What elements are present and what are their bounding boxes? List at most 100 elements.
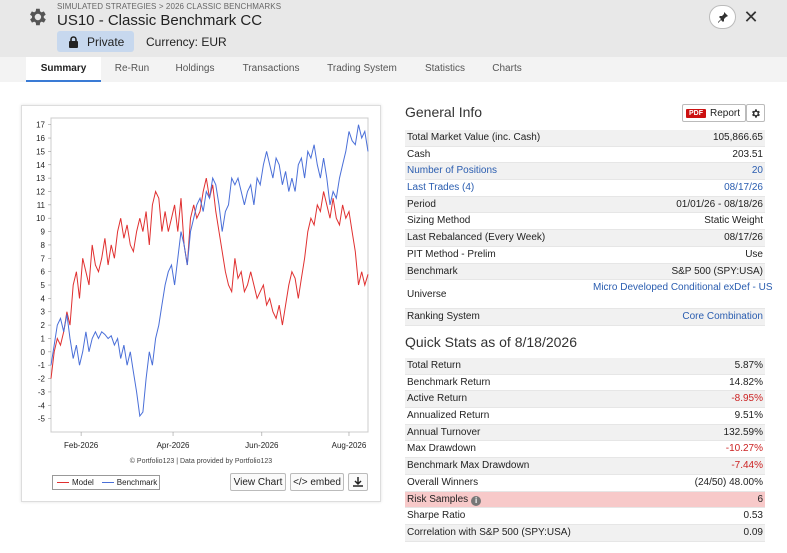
legend-model-swatch <box>57 482 69 483</box>
table-row: Risk Samples i 6 <box>405 491 765 509</box>
tab-holdings[interactable]: Holdings <box>164 57 226 82</box>
y-tick-label: 0 <box>41 348 46 357</box>
general-info-title: General Info <box>405 104 483 120</box>
y-tick-label: 16 <box>36 134 45 143</box>
table-row: Period 01/01/26 - 08/18/26 <box>405 196 765 214</box>
y-tick-label: 4 <box>41 294 46 303</box>
legend-benchmark-swatch <box>101 482 114 483</box>
y-tick-label: 13 <box>36 174 45 183</box>
gear-icon[interactable] <box>26 6 48 28</box>
embed-button[interactable]: </> embed <box>290 473 344 491</box>
tab-charts[interactable]: Charts <box>482 57 532 82</box>
chart-credit: © Portfolio123 | Data provided by Portfo… <box>129 458 273 465</box>
breadcrumb[interactable]: SIMULATED STRATEGIES > 2026 CLASSIC BENC… <box>57 2 281 11</box>
table-row: Total Market Value (inc. Cash) 105,866.6… <box>405 130 765 147</box>
row-label: Max Drawdown <box>407 443 476 455</box>
x-tick-label: Apr-2026 <box>157 441 190 450</box>
pdf-report-button[interactable]: PDF Report <box>682 104 746 122</box>
y-tick-label: 14 <box>36 161 45 170</box>
table-row: Max Drawdown -10.27% <box>405 441 765 459</box>
row-label: Sizing Method <box>407 215 471 227</box>
row-label: Total Return <box>407 360 461 371</box>
y-tick-label: 6 <box>41 268 46 277</box>
performance-chart: -5-4-3-2-101234567891011121314151617Feb-… <box>36 117 369 450</box>
table-row: Cash 203.51 <box>405 147 765 164</box>
privacy-label: Private <box>87 34 125 49</box>
last-trades-link[interactable]: Last Trades (4) <box>407 182 474 193</box>
table-row: PIT Method - Prelim Use <box>405 247 765 264</box>
table-row: Number of Positions 20 <box>405 163 765 181</box>
series-line-model <box>50 177 369 379</box>
gear-icon <box>752 108 760 118</box>
row-label: Active Return <box>407 393 468 405</box>
table-row: Ranking System Core Combination <box>405 309 765 326</box>
row-value: 14.82% <box>729 376 763 388</box>
y-tick-label: -5 <box>38 415 46 424</box>
y-tick-label: 12 <box>36 187 45 196</box>
row-value: Use <box>745 248 763 260</box>
row-value: S&P 500 (SPY:USA) <box>671 265 763 277</box>
table-row: Universe Micro Developed Conditional exD… <box>405 280 773 310</box>
report-settings-button[interactable] <box>746 104 765 122</box>
performance-chart-panel: -5 -4 -3 -2 -1 0 1 2 3 4 5 6 7 8 9 10 11 12 13 14 15 16 17 Feb-… <box>21 105 381 502</box>
positions-link[interactable]: Number of Positions <box>407 165 497 176</box>
page-title: US10 - Classic Benchmark CC <box>57 12 263 29</box>
tab-trading-system[interactable]: Trading System <box>316 57 408 82</box>
last-trades-date-link[interactable]: 08/17/26 <box>724 182 763 193</box>
universe-link[interactable]: Micro Developed Conditional exDef - US <box>593 282 773 294</box>
close-icon[interactable]: ✕ <box>742 7 760 27</box>
y-tick-label: -3 <box>38 388 46 397</box>
table-row: Last Trades (4) 08/17/26 <box>405 180 765 197</box>
table-row: Active Return -8.95% <box>405 391 765 409</box>
y-tick-label: -2 <box>38 375 46 384</box>
y-tick-label: -1 <box>38 361 46 370</box>
row-value: 01/01/26 - 08/18/26 <box>676 198 763 210</box>
tab-statistics[interactable]: Statistics <box>414 57 476 82</box>
row-label: PIT Method - Prelim <box>407 248 496 260</box>
lock-icon <box>69 35 78 48</box>
table-row: Sizing Method Static Weight <box>405 213 765 231</box>
download-icon <box>353 477 363 487</box>
y-tick-label: 2 <box>41 321 46 330</box>
info-icon[interactable]: i <box>471 495 482 506</box>
table-row: Annualized Return 9.51% <box>405 408 765 425</box>
tab-re-run[interactable]: Re-Run <box>104 57 160 82</box>
table-row: Sharpe Ratio 0.53 <box>405 508 765 525</box>
row-label: Benchmark Max Drawdown <box>407 460 530 472</box>
ranking-system-link[interactable]: Core Combination <box>682 311 763 322</box>
privacy-badge[interactable]: Private <box>57 31 134 52</box>
download-button[interactable] <box>348 473 368 491</box>
tab-transactions[interactable]: Transactions <box>232 57 310 82</box>
view-chart-button[interactable]: View Chart <box>230 473 286 491</box>
positions-count-link[interactable]: 20 <box>752 165 763 176</box>
row-label: Risk Samples i <box>407 493 482 506</box>
report-label: Report <box>710 107 741 119</box>
legend-benchmark-label: Benchmark <box>116 478 158 487</box>
row-label: Universe <box>407 289 447 301</box>
table-row: Benchmark S&P 500 (SPY:USA) <box>405 263 765 281</box>
row-value: -7.44% <box>731 460 763 472</box>
tab-bar: Summary Re-Run Holdings Transactions Tra… <box>0 57 787 82</box>
row-value: 08/17/26 <box>724 232 763 244</box>
row-value: 132.59% <box>723 426 763 438</box>
x-tick-label: Feb-2026 <box>64 441 99 450</box>
pdf-icon: PDF <box>686 108 706 118</box>
legend-benchmark[interactable]: Benchmark <box>101 478 158 487</box>
legend-model[interactable]: Model <box>57 478 94 487</box>
row-label: Correlation with S&P 500 (SPY:USA) <box>407 526 571 538</box>
y-tick-label: 11 <box>37 201 46 210</box>
row-label: Ranking System <box>407 311 480 323</box>
quick-stats-title: Quick Stats as of 8/18/2026 <box>405 334 577 350</box>
y-tick-label: 10 <box>36 214 45 223</box>
pin-button[interactable] <box>709 5 736 29</box>
chart-legend: Model Benchmark <box>52 475 160 490</box>
risk-samples-label: Risk Samples <box>407 493 469 505</box>
legend-model-label: Model <box>72 478 94 487</box>
tab-summary[interactable]: Summary <box>26 57 101 82</box>
table-row: Correlation with S&P 500 (SPY:USA) 0.09 <box>405 524 765 542</box>
row-value: 9.51% <box>734 410 763 422</box>
table-row: Benchmark Max Drawdown -7.44% <box>405 458 765 475</box>
plot-area <box>50 117 369 433</box>
pin-icon <box>717 12 728 23</box>
y-tick-label: 15 <box>36 147 45 156</box>
